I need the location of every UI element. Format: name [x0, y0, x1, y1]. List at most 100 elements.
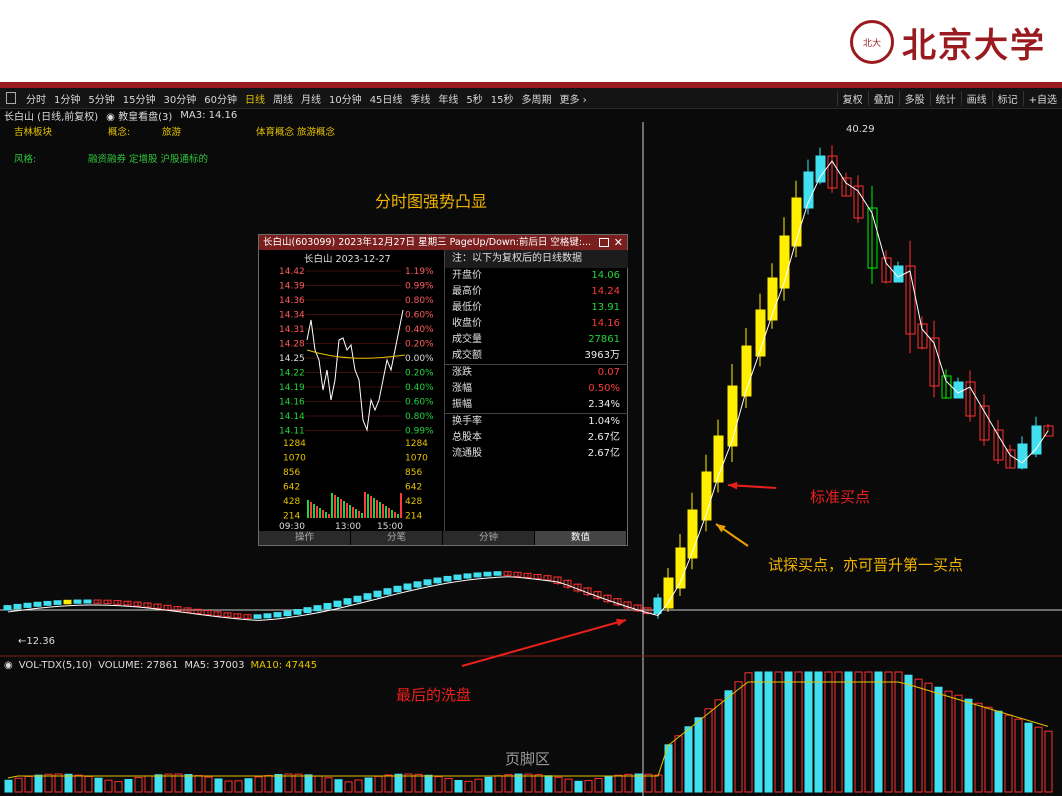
data-key: 振幅	[452, 399, 472, 410]
volume-bar	[774, 671, 783, 793]
volume-bar	[954, 694, 963, 793]
volume-expand-icon[interactable]: ◉	[4, 660, 13, 671]
data-row: 最高价 14.24	[445, 284, 628, 300]
data-key: 最低价	[452, 302, 482, 313]
candle	[373, 590, 382, 598]
volume-bar	[344, 781, 353, 793]
price-tick: 14.16	[279, 398, 305, 408]
volume-bar	[944, 690, 953, 793]
candle	[1017, 443, 1028, 469]
popup-tabs: 操作 分笔 分钟 数值	[259, 531, 627, 545]
intraday-vol-bar	[340, 499, 342, 518]
volume-bar	[424, 774, 433, 793]
volume-bar	[834, 671, 843, 793]
daily-data-popup[interactable]: 长白山(603099) 2023年12月27日 星期三 PageUp/Down:…	[258, 234, 628, 546]
volume-indicator-label[interactable]: VOL-TDX(5,10)	[19, 660, 92, 671]
pct-tick: 0.20%	[405, 340, 434, 350]
volume-bar	[1044, 730, 1053, 793]
vol-tick: 1070	[283, 454, 306, 464]
last-wash-annotation: 最后的洗盘	[396, 686, 472, 704]
intraday-vol-bar	[337, 497, 339, 518]
intraday-vol-bar	[391, 510, 393, 518]
popup-tab[interactable]: 操作	[259, 531, 351, 545]
volume-bar	[144, 775, 153, 793]
candle	[1031, 425, 1042, 455]
price-tick: 14.42	[279, 267, 305, 277]
volume-bar	[14, 777, 23, 793]
candle	[383, 588, 392, 595]
volume-bar	[464, 780, 473, 793]
pct-tick: 0.80%	[405, 412, 434, 422]
data-key: 涨跌	[452, 367, 472, 378]
intraday-vol-bar	[331, 493, 333, 518]
data-key: 换手率	[452, 416, 482, 427]
pct-tick: 0.00%	[405, 354, 434, 364]
volume-bar	[364, 777, 373, 793]
volume-bar	[884, 671, 893, 793]
volume-bar	[434, 776, 443, 793]
volume-bar	[214, 778, 223, 793]
data-key: 成交额	[452, 350, 482, 361]
volume-bar	[394, 773, 403, 793]
volume-bar	[224, 780, 233, 793]
volume-bar	[584, 780, 593, 793]
volume-bar	[444, 777, 453, 793]
volume-bar	[874, 671, 883, 793]
headline-annotation: 分时图强势凸显	[375, 192, 488, 211]
volume-bar	[184, 774, 193, 793]
volume-bar	[674, 735, 683, 793]
close-icon[interactable]: ✕	[614, 235, 623, 250]
intraday-vol-bar	[394, 512, 396, 518]
volume-bar	[474, 778, 483, 793]
intraday-vol-bar	[376, 500, 378, 518]
candle	[263, 613, 272, 619]
pct-tick: 0.99%	[405, 427, 434, 437]
volume-bar	[844, 671, 853, 793]
popup-tab[interactable]: 数值	[535, 531, 627, 545]
popup-tab[interactable]: 分笔	[351, 531, 443, 545]
volume-bar	[694, 717, 703, 793]
volume-bar	[24, 776, 33, 793]
intraday-vol-bar	[367, 494, 369, 518]
volume-ma5: MA5: 37003	[184, 660, 245, 671]
maximize-icon[interactable]	[599, 238, 609, 247]
candle	[815, 155, 826, 183]
candle	[393, 585, 402, 593]
volume-bar	[254, 776, 263, 793]
footer-placeholder: 页脚区	[505, 750, 551, 768]
volume-bar	[544, 775, 553, 793]
data-row: 涨跌 0.07	[445, 365, 628, 381]
intraday-vol-bar	[319, 508, 321, 518]
volume-bar	[154, 774, 163, 793]
volume-bar	[714, 699, 723, 793]
data-row: 流通股 2.67亿	[445, 446, 628, 462]
volume-bar	[1004, 714, 1013, 793]
pct-tick: 0.99%	[405, 282, 434, 292]
intraday-vol-bar	[346, 503, 348, 518]
candle	[303, 607, 312, 614]
data-row: 收盘价 14.16	[445, 316, 628, 332]
volume-bar	[764, 671, 773, 793]
intraday-vol-bar	[373, 498, 375, 518]
popup-tab[interactable]: 分钟	[443, 531, 535, 545]
intraday-vol-bar	[349, 505, 351, 518]
volume-bar	[84, 775, 93, 793]
slide-header: 北大 北京大学	[0, 0, 1062, 82]
volume-bar	[934, 686, 943, 793]
data-row: 开盘价 14.06	[445, 268, 628, 284]
data-row: 换手率 1.04%	[445, 414, 628, 430]
volume-bar	[724, 690, 733, 793]
data-key: 成交量	[452, 334, 482, 345]
data-value: 2.67亿	[587, 448, 620, 459]
volume-bar	[654, 774, 663, 793]
price-tick: 14.36	[279, 296, 305, 306]
intraday-vol-bar	[364, 492, 366, 518]
price-tick: 14.19	[279, 383, 305, 393]
candle	[413, 581, 422, 588]
intraday-vol-bar	[385, 506, 387, 518]
vol-tick-right: 1070	[405, 454, 428, 464]
last-wash-arrow	[461, 619, 627, 667]
intraday-avg-line	[306, 349, 406, 359]
popup-title[interactable]: 长白山(603099) 2023年12月27日 星期三 PageUp/Down:…	[259, 235, 627, 250]
data-value: 2.67亿	[587, 432, 620, 443]
